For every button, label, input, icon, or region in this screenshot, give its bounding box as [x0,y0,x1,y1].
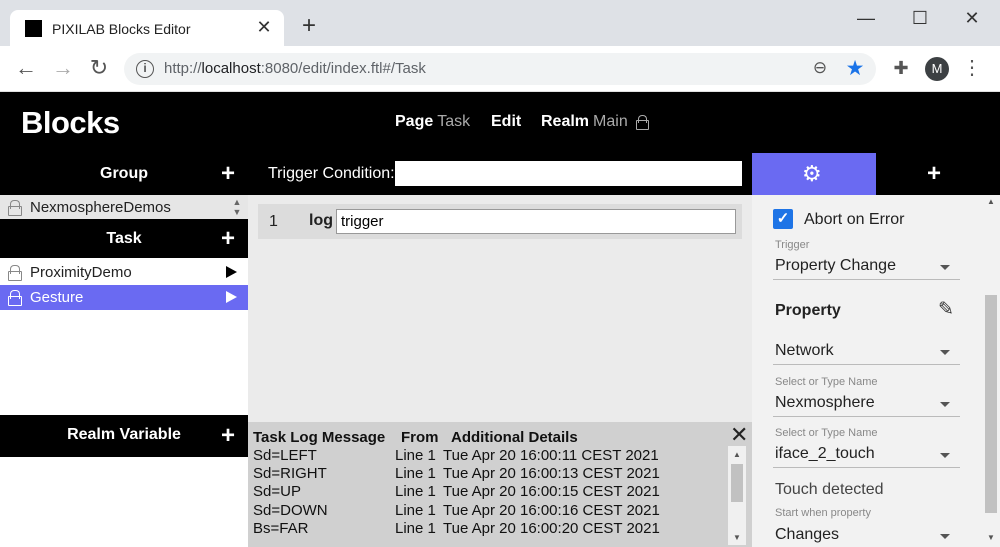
task-title: Task [106,230,142,247]
realm-variable-list [0,457,248,547]
realm-variable-header: Realm Variable + [0,415,248,457]
play-icon[interactable] [226,266,237,278]
task-item-label: ProximityDemo [30,264,132,281]
lock-icon [635,115,649,130]
scroll-down-icon[interactable]: ▼ [728,531,746,545]
url-text[interactable]: http://localhost:8080/edit/index.ftl#/Ta… [164,60,426,77]
property-label: Property [775,302,841,319]
scroll-up-icon[interactable]: ▲ [982,197,1000,206]
favicon-icon [25,20,42,37]
window-close-icon[interactable]: ✕ [957,6,987,30]
scroll-thumb[interactable] [985,295,997,513]
task-item-label: Gesture [30,289,84,306]
add-task-button[interactable]: + [221,227,235,251]
chevron-down-icon [940,265,950,270]
start-caption: Start when property [775,507,871,519]
log-row: Bs=FAR Line 1 Tue Apr 20 16:00:20 CEST 202… [253,520,660,537]
zoom-icon[interactable]: ⊖ [810,58,830,78]
browser-tab[interactable]: PIXILAB Blocks Editor ✕ [10,10,284,46]
group-item-label: NexmosphereDemos [30,199,171,216]
scroll-down-icon[interactable]: ▼ [982,533,1000,542]
address-bar[interactable]: i http://localhost:8080/edit/index.ftl#/… [124,53,876,85]
task-item-selected[interactable]: Gesture [0,285,248,310]
log-column-from: From [401,429,439,446]
avatar[interactable]: M [925,57,949,81]
new-tab-icon[interactable]: + [297,14,321,39]
settings-scrollbar[interactable]: ▲ ▼ [982,195,1000,547]
chevron-down-icon [940,350,950,355]
info-icon[interactable]: i [136,60,154,78]
line-number: 1 [269,213,278,230]
add-button[interactable]: + [927,162,941,186]
blocks-logo: Blocks [21,105,120,140]
abort-on-error-label: Abort on Error [804,211,905,228]
close-icon[interactable]: ✕ [730,424,748,446]
name-caption: Select or Type Name [775,427,878,439]
log-keyword: log [309,212,333,229]
sub-bar: Group + Trigger Condition: ⚙ + [0,153,1000,195]
scroll-up-icon[interactable]: ▲ [728,448,746,462]
task-item[interactable]: ProximityDemo [0,260,248,285]
log-column-message: Task Log Message [253,429,386,446]
nav-page[interactable]: Page Task [395,113,470,131]
log-column-details: Additional Details [451,429,578,446]
sort-spinner-icon[interactable]: ▲ ▼ [231,197,243,217]
property-name-select[interactable]: iface_2_touch [773,440,960,468]
scroll-thumb[interactable] [731,464,743,502]
log-row: Sd=UP Line 1 Tue Apr 20 16:00:15 CEST 2021 [253,483,660,500]
trigger-condition-input[interactable] [395,161,742,186]
chevron-down-icon [940,453,950,458]
tab-title: PIXILAB Blocks Editor [52,21,191,37]
task-header: Task + [0,219,248,258]
add-group-button[interactable]: + [221,162,235,186]
trigger-select[interactable]: Property Change [773,252,960,280]
task-log-panel: Task Log Message From Additional Details… [248,422,752,547]
menu-kebab-icon[interactable]: ⋮ [962,56,982,82]
code-line[interactable]: 1 log [258,204,742,239]
bookmark-star-icon[interactable]: ★ [844,56,866,80]
nav-realm[interactable]: Realm Main [541,113,649,131]
minimize-icon[interactable]: — [851,6,881,30]
trigger-condition-label: Trigger Condition: [268,165,395,182]
settings-tab[interactable]: ⚙ [752,153,876,195]
settings-panel: ✓ Abort on Error Trigger Property Change… [752,195,1000,547]
browser-tab-bar: PIXILAB Blocks Editor ✕ + — ☐ ✕ [0,0,1000,46]
tab-close-icon[interactable]: ✕ [254,17,274,37]
property-type-select[interactable]: Network [773,337,960,365]
browser-toolbar: ← → ↻ i http://localhost:8080/edit/index… [0,46,1000,92]
forward-icon[interactable]: → [51,57,75,81]
log-row: Sd=LEFT Line 1 Tue Apr 20 16:00:11 CEST 20… [253,447,659,464]
back-icon[interactable]: ← [14,57,38,81]
trigger-caption: Trigger [775,239,810,251]
log-expression-input[interactable] [336,209,736,234]
name-caption: Select or Type Name [775,376,878,388]
lock-icon [8,200,22,216]
reload-icon[interactable]: ↻ [87,57,111,81]
add-realm-variable-button[interactable]: + [221,424,235,448]
nav-edit[interactable]: Edit [491,113,521,131]
property-description: Touch detected [775,481,884,498]
abort-on-error-checkbox[interactable]: ✓ [773,209,793,229]
group-item[interactable]: NexmosphereDemos ▲ ▼ [0,195,248,219]
app-header: Blocks Page Task Edit Realm Main [0,92,1000,153]
group-title: Group [100,165,148,182]
edit-pencil-icon[interactable]: ✎ [934,298,958,322]
lock-icon [8,290,22,306]
log-scrollbar[interactable]: ▲ ▼ [728,446,746,545]
chevron-down-icon [940,534,950,539]
log-row: Sd=DOWN Line 1 Tue Apr 20 16:00:16 CEST 20… [253,502,660,519]
log-row: Sd=RIGHT Line 1 Tue Apr 20 16:00:13 CEST 2… [253,465,660,482]
extensions-icon[interactable]: ✚ [890,58,912,80]
gear-icon: ⚙ [802,161,822,186]
device-name-select[interactable]: Nexmosphere [773,389,960,417]
chevron-down-icon [940,402,950,407]
play-icon[interactable] [226,291,237,303]
start-when-select[interactable]: Changes [773,521,960,547]
lock-icon [8,265,22,281]
code-editor: 1 log [248,195,752,422]
left-panel: NexmosphereDemos ▲ ▼ Task + ProximityDemo… [0,195,248,547]
maximize-icon[interactable]: ☐ [905,6,935,30]
realm-variable-title: Realm Variable [67,426,181,443]
